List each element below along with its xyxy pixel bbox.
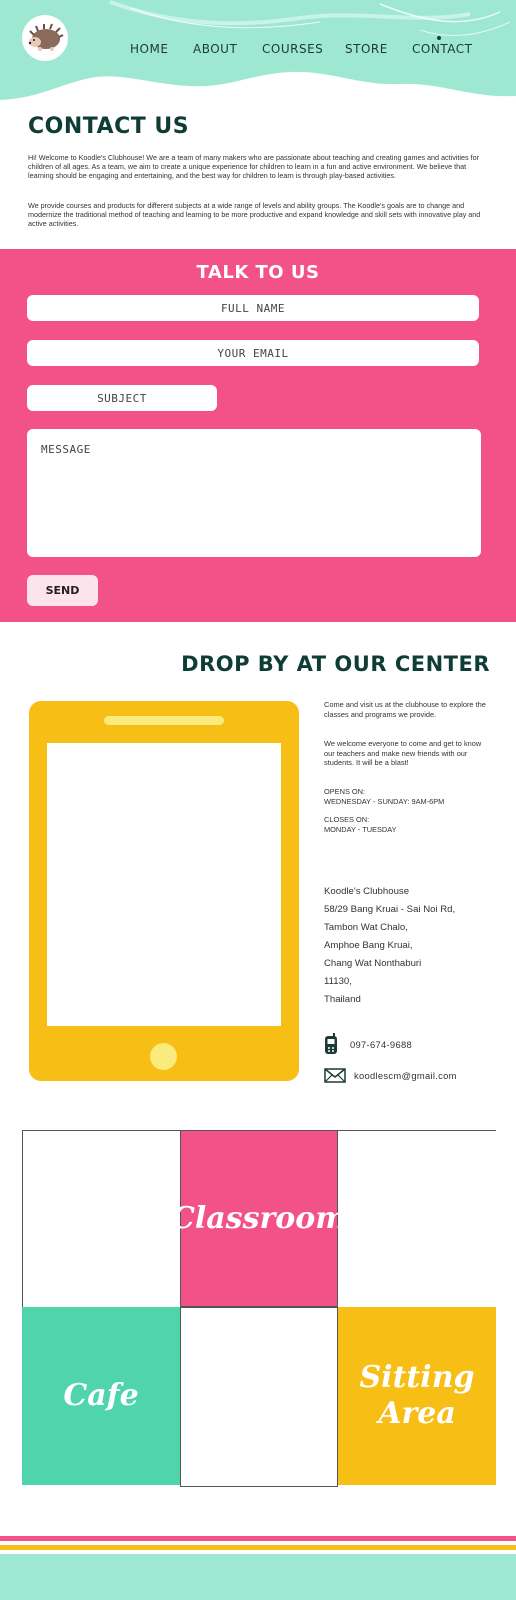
visit-intro-text: Come and visit us at the clubhouse to ex… bbox=[324, 700, 486, 719]
address-line: Tambon Wat Chalo, bbox=[324, 922, 408, 933]
address-line: 11130, bbox=[324, 976, 352, 987]
gallery-photo-tile[interactable] bbox=[180, 1307, 338, 1487]
gallery-photo-tile[interactable] bbox=[22, 1130, 180, 1307]
message-textarea[interactable] bbox=[27, 429, 481, 557]
nav-store[interactable]: STORE bbox=[345, 42, 388, 56]
email-input[interactable] bbox=[27, 340, 479, 366]
gallery-tile-classroom[interactable]: Classroom bbox=[171, 1130, 347, 1307]
closes-label: CLOSES ON: bbox=[324, 815, 370, 824]
send-button[interactable]: SEND bbox=[27, 575, 98, 606]
sitting-label-line1: Sitting bbox=[359, 1360, 475, 1395]
footer-band-mint bbox=[0, 1554, 516, 1600]
visit-welcome-text: We welcome everyone to come and get to k… bbox=[324, 739, 482, 767]
address-block: Koodle's Clubhouse 58/29 Bang Kruai - Sa… bbox=[324, 883, 494, 1009]
sitting-label-line2: Area bbox=[378, 1396, 456, 1431]
cafe-label: Cafe bbox=[63, 1378, 139, 1413]
email-contact[interactable]: koodlescm@gmail.com bbox=[324, 1066, 457, 1084]
tablet-map-frame bbox=[29, 701, 299, 1081]
address-line: Thailand bbox=[324, 994, 361, 1005]
site-footer bbox=[0, 1536, 516, 1600]
opens-label: OPENS ON: bbox=[324, 787, 366, 796]
email-address: koodlescm@gmail.com bbox=[354, 1069, 457, 1081]
nav-about[interactable]: ABOUT bbox=[193, 42, 237, 56]
phone-icon bbox=[325, 1033, 337, 1054]
address-line: 58/29 Bang Kruai - Sai Noi Rd, bbox=[324, 904, 456, 915]
envelope-icon bbox=[324, 1067, 346, 1083]
main-nav: HOME ABOUT COURSES STORE CONTACT bbox=[0, 42, 516, 58]
page-title: CONTACT US bbox=[28, 114, 190, 139]
opens-value: WEDNESDAY - SUNDAY: 9AM-6PM bbox=[324, 796, 445, 806]
phone-number: 097-674-9688 bbox=[350, 1038, 412, 1050]
active-nav-indicator bbox=[437, 36, 441, 40]
facility-gallery: Classroom Cafe Sitting Area bbox=[22, 1130, 496, 1487]
intro-paragraph-2: We provide courses and products for diff… bbox=[28, 201, 481, 228]
address-line: Amphoe Bang Kruai, bbox=[324, 940, 413, 951]
address-line: Koodle's Clubhouse bbox=[324, 886, 410, 897]
opening-hours: OPENS ON: WEDNESDAY - SUNDAY: 9AM-6PM bbox=[324, 787, 490, 806]
site-header: HOME ABOUT COURSES STORE CONTACT bbox=[0, 0, 516, 110]
address-line: Chang Wat Nonthaburi bbox=[324, 958, 422, 969]
subject-input[interactable] bbox=[27, 385, 217, 411]
nav-contact[interactable]: CONTACT bbox=[412, 42, 472, 56]
nav-courses[interactable]: COURSES bbox=[262, 42, 323, 56]
gallery-tile-sitting-area[interactable]: Sitting Area bbox=[338, 1307, 496, 1485]
gallery-tile-cafe[interactable]: Cafe bbox=[22, 1307, 180, 1485]
form-title: TALK TO US bbox=[196, 262, 320, 283]
contact-form-section: TALK TO US SEND bbox=[0, 249, 516, 622]
phone-contact[interactable]: 097-674-9688 bbox=[324, 1033, 412, 1054]
full-name-input[interactable] bbox=[27, 295, 479, 321]
intro-paragraph-1: Hi! Welcome to Koodle's Clubhouse! We ar… bbox=[28, 153, 479, 180]
gallery-photo-tile[interactable] bbox=[338, 1130, 496, 1307]
classroom-label: Classroom bbox=[170, 1200, 348, 1236]
nav-home[interactable]: HOME bbox=[130, 42, 168, 56]
closes-value: MONDAY - TUESDAY bbox=[324, 824, 397, 834]
closing-days: CLOSES ON: MONDAY - TUESDAY bbox=[324, 815, 490, 834]
map-screen[interactable] bbox=[47, 743, 281, 1026]
tablet-speaker bbox=[104, 716, 224, 725]
tablet-home-button bbox=[150, 1043, 177, 1070]
visit-section-title: DROP BY AT OUR CENTER bbox=[181, 652, 490, 676]
